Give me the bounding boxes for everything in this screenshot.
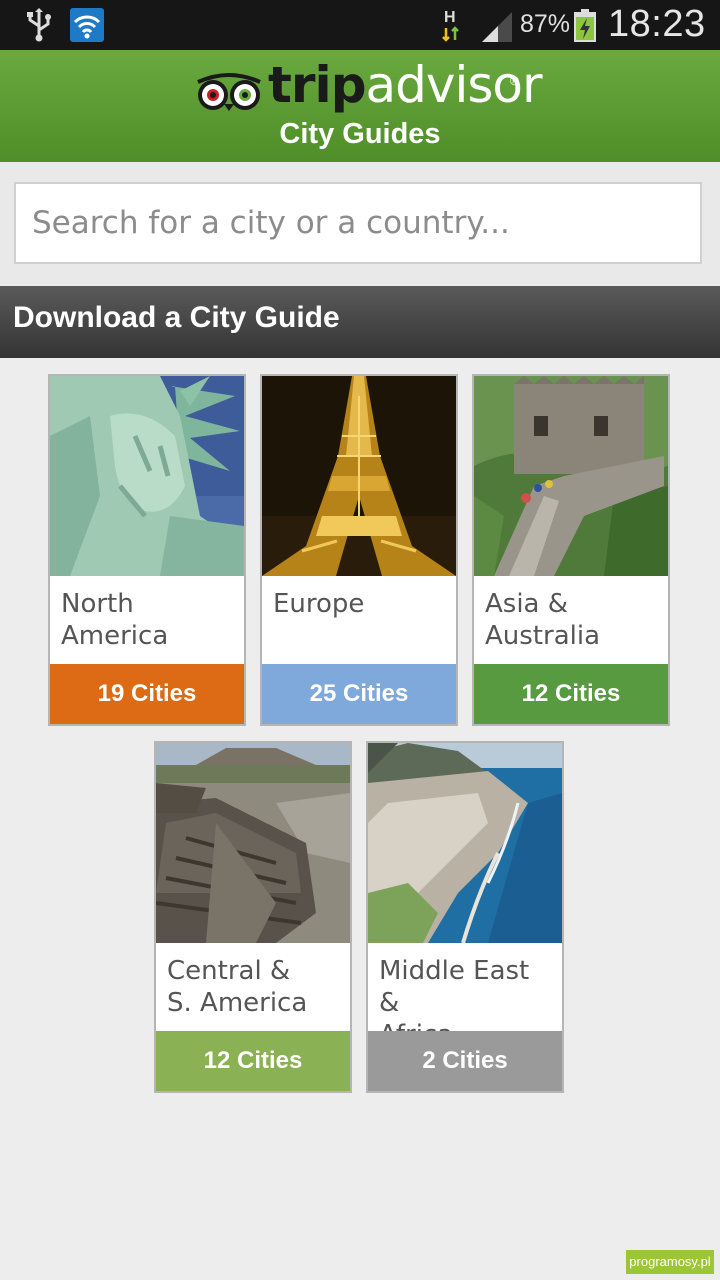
section-title: Download a City Guide [13,301,340,334]
city-count-button[interactable]: 25 Cities [262,664,456,724]
region-card-north-america[interactable]: North America 19 Cities [48,374,246,726]
region-card-middle-east-africa[interactable]: Middle East &Africa 2 Cities [366,741,564,1093]
city-count-button[interactable]: 12 Cities [156,1031,350,1091]
city-count-button[interactable]: 12 Cities [474,664,668,724]
wifi-icon [70,8,104,42]
city-count-button[interactable]: 2 Cities [368,1031,562,1091]
watermark: programosy.pl [626,1250,714,1274]
region-name: Europe [273,589,365,619]
region-card-central-south-america[interactable]: Central & S. America 12 Cities [154,741,352,1093]
great-wall-image [474,376,668,576]
region-card-asia-australia[interactable]: Asia & Australia 12 Cities [472,374,670,726]
statue-of-liberty-image [50,376,244,576]
owl-logo-icon [197,73,261,111]
region-card-europe[interactable]: Europe 25 Cities [260,374,458,726]
tripadvisor-logo: tripadvisor ® [194,56,543,116]
battery-charging-icon [574,9,596,42]
page-title: City Guides [279,118,441,150]
usb-icon [27,8,51,42]
region-name: North America [61,589,169,651]
registered-mark: ® [510,74,519,88]
status-bar: H 87% 18:23 [0,0,720,50]
eiffel-tower-image [262,376,456,576]
clock: 18:23 [608,3,706,45]
battery-percent: 87% [520,10,571,38]
signal-icon [482,12,512,42]
search-input[interactable]: Search for a city or a country... [14,182,702,264]
logo-wordmark: tripadvisor [268,56,543,114]
city-count-button[interactable]: 19 Cities [50,664,244,724]
region-name: Central & S. America [167,956,308,1018]
region-name: Asia & Australia [485,589,601,651]
network-type-icon: H [442,9,459,42]
cape-town-coast-image [368,743,562,943]
svg-text:H: H [444,9,456,26]
teotihuacan-pyramid-image [156,743,350,943]
